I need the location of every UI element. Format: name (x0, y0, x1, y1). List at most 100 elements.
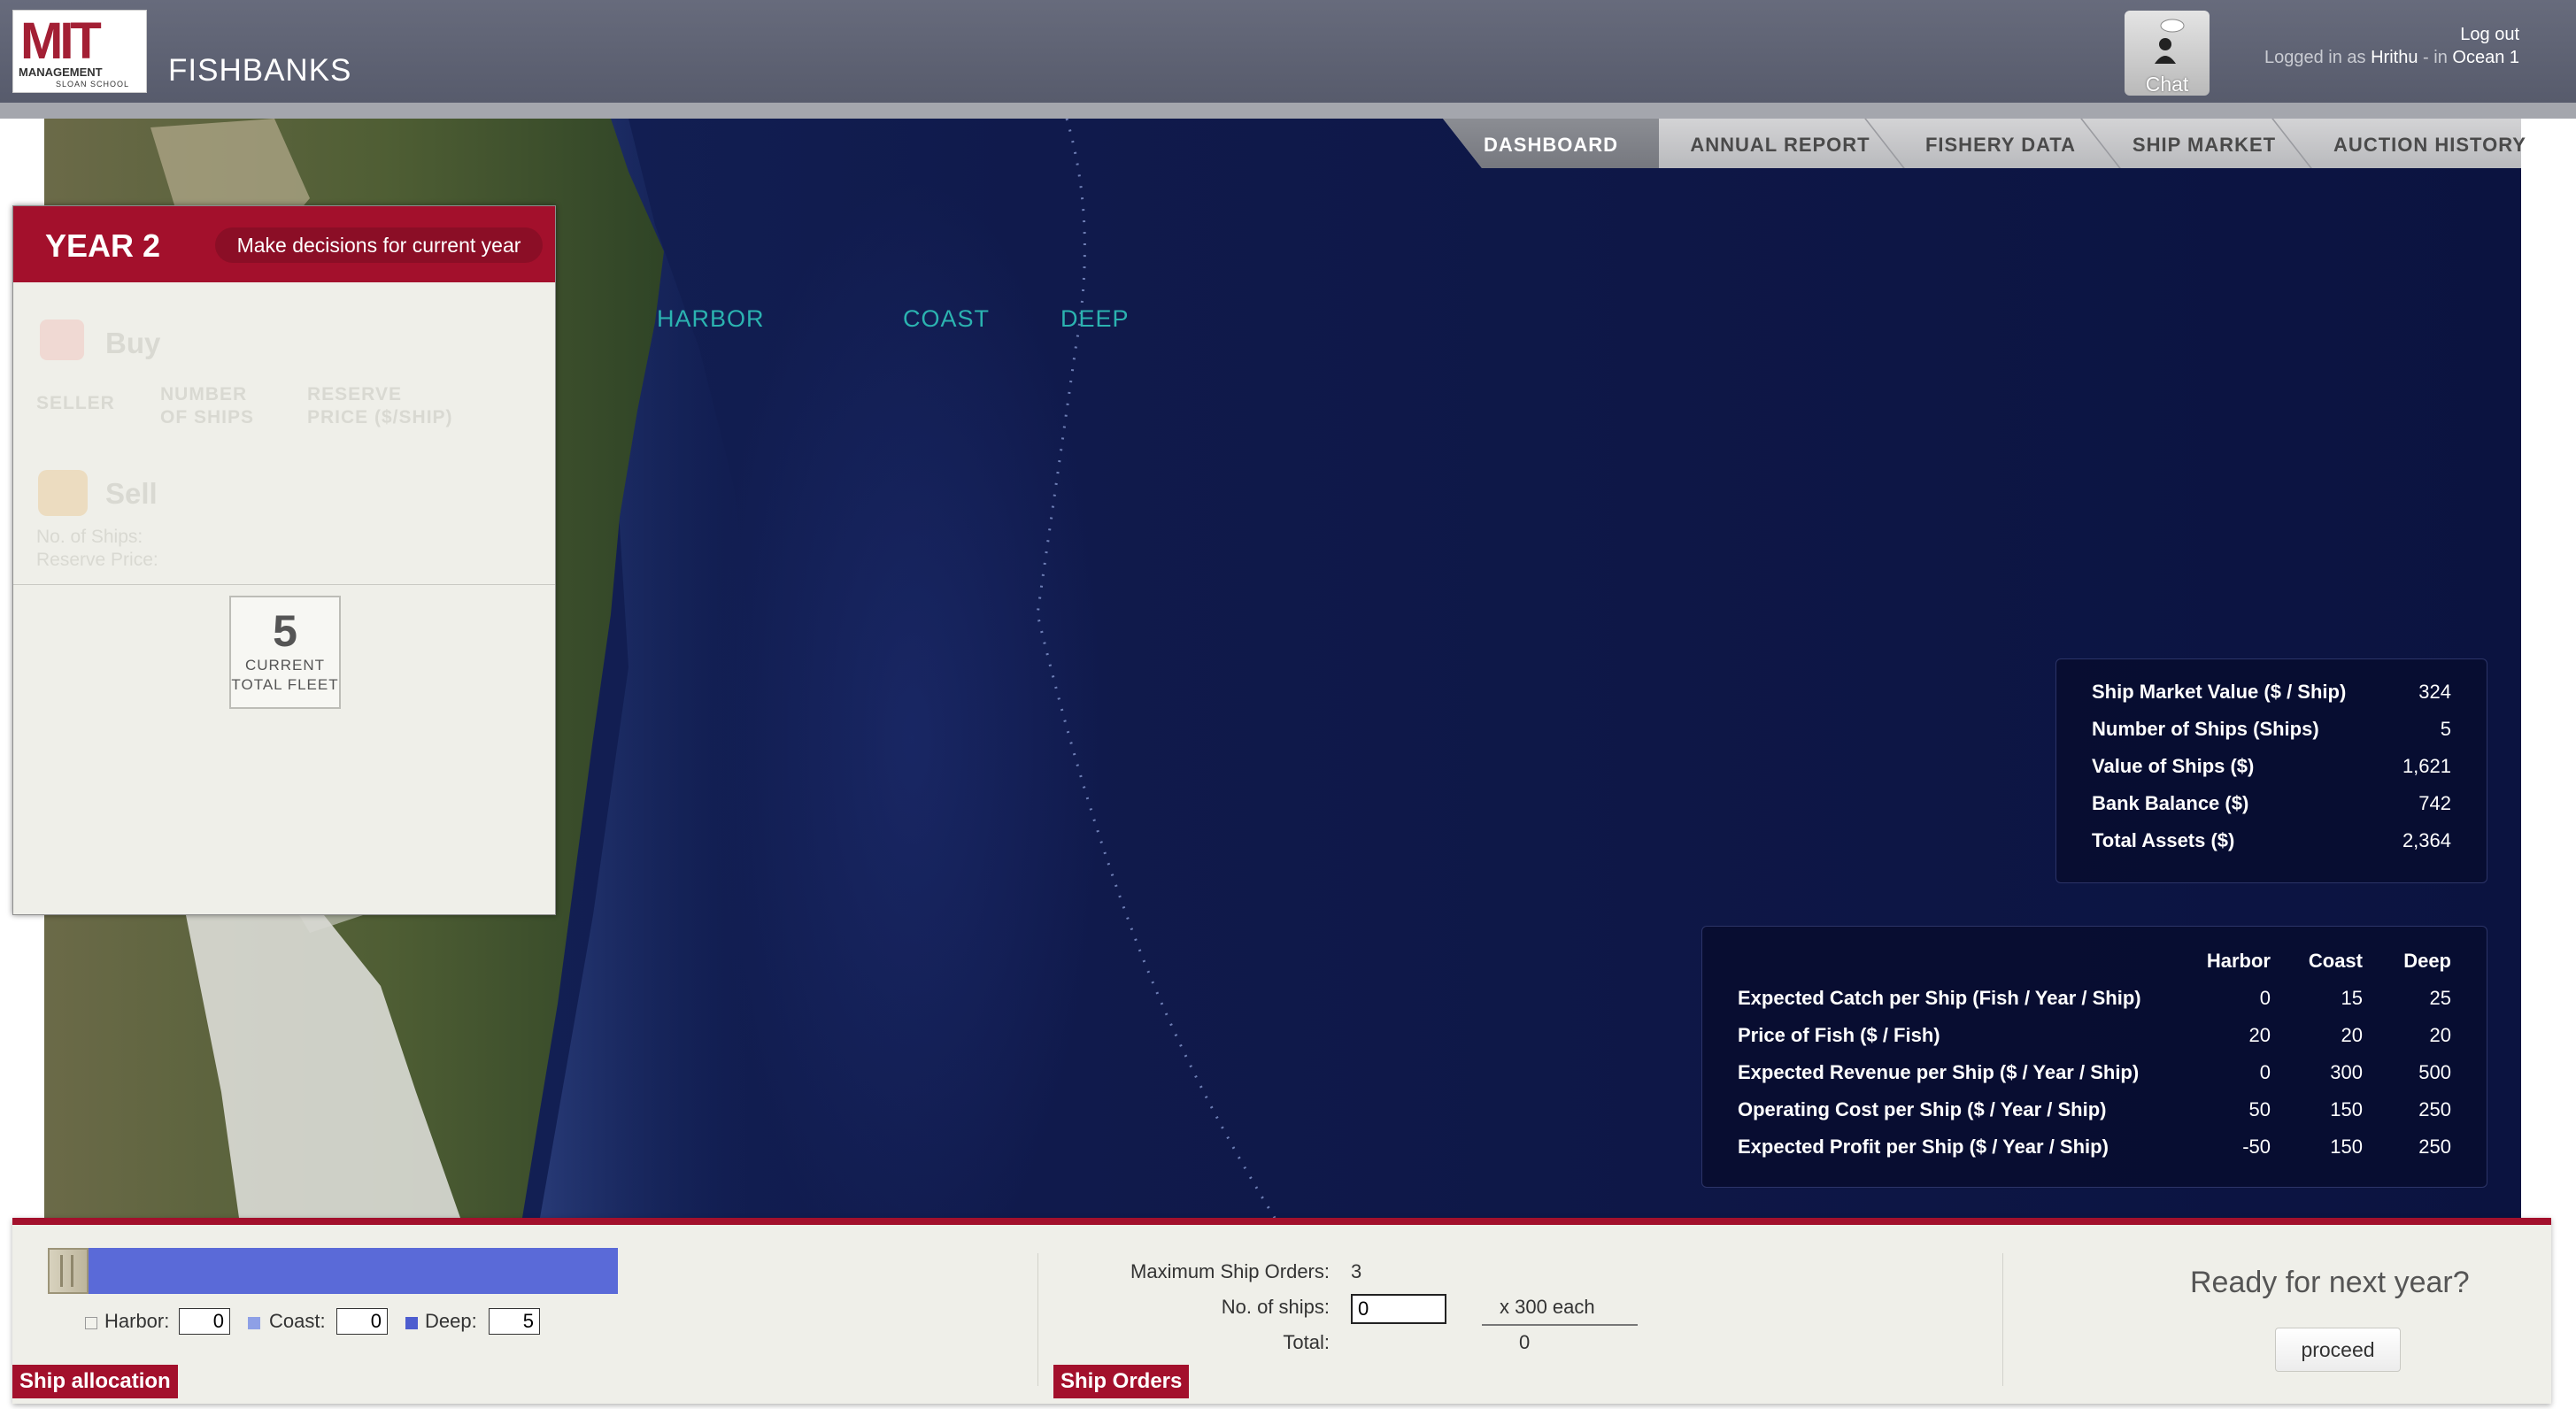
price-each-label: x 300 each (1500, 1296, 1595, 1318)
logout-link[interactable]: Log out (2443, 25, 2519, 45)
mit-sloan-logo: MIT MANAGEMENT SLOAN SCHOOL (12, 10, 147, 93)
deep-ships-input[interactable] (489, 1308, 540, 1335)
forecast-cell: 250 (2418, 1136, 2451, 1158)
column-reserve-line1: RESERVE (307, 384, 402, 404)
forecast-cell: 250 (2418, 1098, 2451, 1120)
zone-label-deep: DEEP (1060, 305, 1130, 332)
summary-label: Value of Ships ($) (2092, 755, 2255, 777)
column-number-of-ships: NUMBER OF SHIPS (160, 383, 254, 429)
logo-mit-text: MIT (20, 12, 102, 70)
fleet-caption-line2: TOTAL FLEET (231, 676, 339, 693)
forecast-cell: -50 (2242, 1136, 2271, 1158)
sell-number-of-ships: No. of Ships: (36, 527, 143, 547)
user-name: Hrithu (2371, 48, 2418, 67)
chat-button[interactable]: Chat (2125, 11, 2210, 96)
column-header-harbor: Harbor (2206, 950, 2271, 972)
max-ship-orders-value: 3 (1351, 1260, 1362, 1282)
ship-orders-tag: Ship Orders (1053, 1365, 1190, 1398)
top-header: MIT MANAGEMENT SLOAN SCHOOL FISHBANKS Ch… (0, 0, 2576, 103)
summary-row: Value of Ships ($) 1,621 (2056, 755, 2487, 790)
forecast-cell: 150 (2330, 1136, 2363, 1158)
forecast-cell: 20 (2429, 1024, 2451, 1046)
tab-ship-market[interactable]: SHIP MARKET (2119, 119, 2289, 168)
order-total-value: 0 (1519, 1331, 1531, 1353)
ships-to-order-input[interactable] (1351, 1294, 1446, 1324)
summary-label: Ship Market Value ($ / Ship) (2092, 681, 2347, 703)
sell-icon (38, 470, 88, 516)
asset-summary-box: Ship Market Value ($ / Ship) 324 Number … (2055, 658, 2487, 883)
logo-management-text: MANAGEMENT (19, 65, 103, 79)
chat-person-icon (2155, 19, 2185, 64)
current-total-fleet-box: 5 CURRENT TOTAL FLEET (229, 596, 341, 709)
sell-reserve-price: Reserve Price: (36, 550, 158, 570)
zone-label-harbor: HARBOR (657, 305, 765, 332)
summary-row: Ship Market Value ($ / Ship) 324 (2056, 681, 2487, 716)
allocation-slider-track[interactable] (48, 1248, 618, 1294)
year-decision-panel: YEAR 2 Make decisions for current year B… (12, 205, 556, 915)
fleet-count: 5 (273, 606, 297, 656)
harbor-ships-input[interactable] (179, 1308, 230, 1335)
forecast-cell: 0 (2259, 987, 2271, 1009)
make-decisions-button[interactable]: Make decisions for current year (215, 227, 543, 263)
fishery-forecast-table: Harbor Coast Deep Expected Catch per Shi… (1701, 926, 2487, 1188)
forecast-row-label: Expected Revenue per Ship ($ / Year / Sh… (1738, 1061, 2140, 1083)
year-title: YEAR 2 (45, 227, 161, 264)
harbor-label: Harbor: (104, 1310, 170, 1332)
buy-icon (40, 320, 84, 360)
column-seller: SELLER (36, 393, 115, 413)
forecast-row-label: Expected Profit per Ship ($ / Year / Shi… (1738, 1136, 2109, 1158)
forecast-cell: 20 (2248, 1024, 2271, 1046)
forecast-row-label: Operating Cost per Ship ($ / Year / Ship… (1738, 1098, 2107, 1120)
coast-ships-input[interactable] (336, 1308, 388, 1335)
forecast-cell: 50 (2248, 1098, 2271, 1120)
app-title: FISHBANKS (168, 53, 352, 88)
forecast-row-label: Expected Catch per Ship (Fish / Year / S… (1738, 987, 2141, 1009)
panel-divider (13, 584, 555, 585)
order-total-label: Total: (1283, 1331, 1330, 1353)
logged-in-info: Logged in as Hrithu - in Ocean 1 (2231, 48, 2519, 68)
summary-label: Number of Ships (Ships) (2092, 718, 2319, 740)
summary-row: Number of Ships (Ships) 5 (2056, 718, 2487, 753)
sell-label: Sell (105, 477, 158, 510)
column-number-line1: NUMBER (160, 384, 248, 404)
summary-value: 2,364 (2402, 829, 2451, 851)
fleet-caption-line1: CURRENT (244, 657, 326, 674)
column-reserve-line2: PRICE ($/SHIP) (307, 407, 453, 427)
summary-row: Total Assets ($) 2,364 (2056, 829, 2487, 865)
forecast-row-label: Price of Fish ($ / Fish) (1738, 1024, 1940, 1046)
summary-value: 742 (2418, 792, 2451, 814)
summary-row: Bank Balance ($) 742 (2056, 792, 2487, 828)
logo-sloan-text: SLOAN SCHOOL (56, 80, 130, 89)
max-ship-orders-label: Maximum Ship Orders: (1130, 1260, 1330, 1282)
forecast-cell: 500 (2418, 1061, 2451, 1083)
tab-annual-report[interactable]: ANNUAL REPORT (1678, 119, 1882, 168)
logged-in-sep: - in (2423, 48, 2448, 67)
column-reserve-price: RESERVE PRICE ($/SHIP) (307, 383, 453, 429)
summary-label: Total Assets ($) (2092, 829, 2235, 851)
forecast-cell: 25 (2429, 987, 2451, 1009)
ready-for-next-year-text: Ready for next year? (2190, 1266, 2470, 1299)
column-header-deep: Deep (2403, 950, 2451, 972)
summary-value: 1,621 (2402, 755, 2451, 777)
ships-to-order-label: No. of ships: (1221, 1296, 1330, 1318)
total-underline (1482, 1324, 1638, 1326)
proceed-button[interactable]: proceed (2275, 1328, 2401, 1372)
header-stripe (0, 103, 2576, 119)
column-number-line2: OF SHIPS (160, 407, 255, 427)
decision-bar: Harbor: Coast: Deep: Ship allocation Max… (12, 1218, 2551, 1404)
summary-label: Bank Balance ($) (2092, 792, 2249, 814)
deep-boundary-dotted-line (1036, 119, 1276, 1218)
chat-label: Chat (2145, 73, 2189, 96)
deep-label: Deep: (425, 1310, 477, 1332)
forecast-cell: 20 (2341, 1024, 2363, 1046)
ship-allocation-tag: Ship allocation (12, 1365, 178, 1398)
column-header-coast: Coast (2308, 950, 2363, 972)
tab-fishery-data[interactable]: FISHERY DATA (1903, 119, 2098, 168)
tab-auction-history[interactable]: AUCTION HISTORY (2310, 119, 2549, 168)
forecast-cell: 300 (2330, 1061, 2363, 1083)
section-divider (2002, 1253, 2003, 1386)
deep-swatch (405, 1317, 418, 1329)
harbor-swatch (85, 1317, 97, 1329)
year-panel-header: YEAR 2 Make decisions for current year (13, 206, 555, 282)
allocation-slider-handle[interactable] (48, 1248, 89, 1294)
